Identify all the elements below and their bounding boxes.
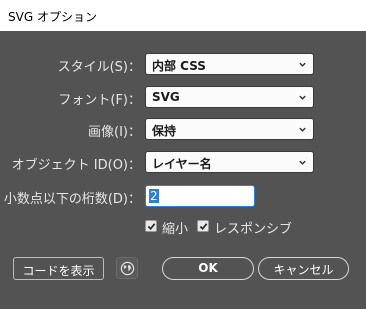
responsive-checkbox[interactable] [197,220,209,232]
window-titlebar: SVG オプション [0,0,366,31]
window-title: SVG オプション [8,10,97,24]
image-label: 画像(I)： [88,125,141,140]
chevron-down-icon [299,62,306,67]
checkmark-icon [199,223,208,230]
decimals-input-value: 2 [149,189,159,203]
show-code-button[interactable]: コードを表示 [13,257,104,280]
minify-checkbox[interactable] [145,220,157,232]
chevron-down-icon [299,127,306,132]
image-select[interactable]: 保持 [145,118,314,140]
responsive-label: レスポンシブ [214,222,293,237]
checkmark-icon [147,223,156,230]
image-select-value: 保持 [152,124,177,138]
cancel-button-label: キャンセル [273,263,334,277]
svg-options-dialog: スタイル(S)： 内部 CSS フォント(F)： SVG 画像(I)： 保持 オ… [0,31,366,309]
style-label: スタイル(S)： [57,60,141,75]
ok-button-label: OK [198,261,218,275]
decimals-input[interactable]: 2 [145,185,255,207]
style-select-value: 内部 CSS [152,59,206,73]
object-id-select-value: レイヤー名 [152,157,212,171]
font-select-value: SVG [152,90,180,104]
cancel-button[interactable]: キャンセル [258,257,349,280]
chevron-down-icon [299,160,306,165]
object-id-label: オブジェクト ID(O)： [11,158,141,173]
font-label: フォント(F)： [58,93,141,108]
minify-label: 縮小 [162,222,189,237]
globe-icon [120,261,135,276]
ok-button[interactable]: OK [162,257,254,280]
object-id-select[interactable]: レイヤー名 [145,151,314,173]
globe-button[interactable] [116,257,138,279]
style-select[interactable]: 内部 CSS [145,53,314,75]
font-select[interactable]: SVG [145,86,314,108]
decimals-label: 小数点以下の桁数(D)： [3,192,141,207]
show-code-button-label: コードを表示 [22,264,95,278]
chevron-down-icon [299,95,306,100]
